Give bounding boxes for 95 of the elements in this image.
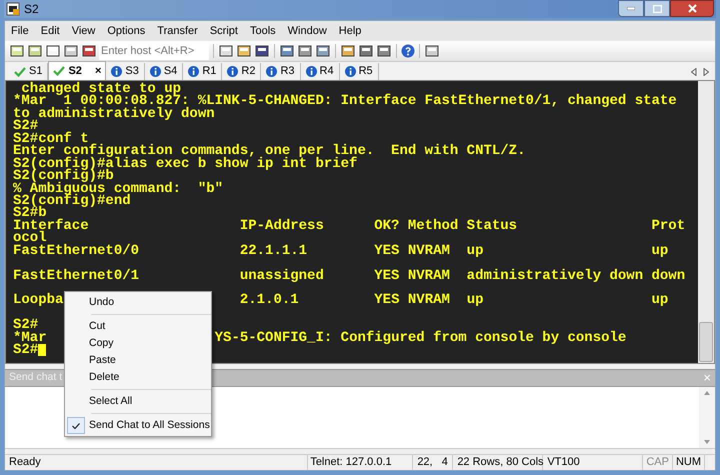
info-icon [344,66,356,77]
maximize-icon [652,4,662,12]
terminal-line: FastEthernet0/1 unassigned YES NVRAM administratively down down [13,270,686,282]
status-field: NUM [672,455,705,470]
toolbar-icon[interactable] [358,43,374,59]
scroll-right-icon[interactable] [703,68,709,76]
scroll-up-icon[interactable] [704,391,710,395]
status-field: Telnet: 127.0.0.1 [308,455,414,470]
tab-close[interactable]: × [94,62,102,80]
menu-item[interactable]: View [72,22,96,40]
tab-label: S3 [125,64,139,80]
tab-label: R3 [280,64,294,80]
terminal-line: YS-5-CONFIG_I: Configured from console by console [214,332,626,344]
toolbar-icon[interactable] [63,43,79,59]
terminal-line: S2#b [13,207,47,220]
menu-entry[interactable]: Copy [65,335,211,352]
maximize-button[interactable] [644,0,670,17]
terminal-line: *Mar 1 00:00:08.827: %LINK-5-CHANGED: Interface FastEthernet0/1, changed state [13,95,677,108]
terminal-line: S2(config)#b [13,170,114,182]
toolbar-icon[interactable] [254,43,270,59]
close-button[interactable] [670,0,714,17]
help-icon[interactable] [401,44,415,58]
info-icon [111,66,122,77]
terminal-line: to administratively down [13,108,215,120]
tab-label: R4 [320,64,334,80]
menu-item[interactable]: Transfer [157,22,198,40]
terminal-line: Loopba [13,294,64,307]
toolbar-icon[interactable] [279,43,295,59]
toolbar-icon[interactable] [27,43,43,59]
tab-label: R5 [358,64,373,80]
check-icon [14,66,26,76]
menu-item[interactable]: Script [210,22,238,40]
terminal-line: changed state to up [21,83,182,96]
status-field: Ready [5,455,308,470]
toolbar-icon[interactable] [424,43,440,59]
menu-entry[interactable]: Select All [65,393,211,410]
window-title: S2 [24,1,39,18]
toolbar-icon[interactable] [45,43,61,59]
terminal-line: Enter configuration commands, one per line. End with CNTL/Z. [13,145,526,158]
tab-label: S1 [29,64,42,80]
terminal-line: S2(config)#end [13,194,131,208]
minimize-button[interactable] [618,0,644,17]
menu-entry[interactable]: Delete [65,369,211,386]
info-icon [266,66,278,77]
session-tab[interactable]: S2 × [48,61,106,80]
menu-item[interactable]: Help [338,22,362,40]
info-icon [150,66,161,77]
tab-label: S4 [164,64,178,80]
terminal-line: *Mar [13,332,47,344]
terminal-line: % Ambiguous command: "b" [13,182,224,195]
menu-item[interactable]: Edit [40,22,60,40]
terminal-line: 2.1.0.1 YES NVRAM up up [240,294,668,307]
scrollbar[interactable] [698,81,714,363]
terminal-line: S2# [13,319,38,332]
terminal-line: S2# [13,120,38,133]
terminal[interactable] [5,80,715,364]
check-icon [53,66,66,76]
status-field: 22 Rows, 80 Cols [453,455,544,470]
tab-label: R1 [202,64,216,80]
menu-item[interactable]: Window [288,22,327,40]
menu-item[interactable]: Tools [250,22,276,40]
terminal-line: S2#conf t [13,132,89,146]
toolbar-icon[interactable] [340,43,356,59]
status-field: 22, 4 [413,455,454,470]
app-icon [6,2,20,16]
toolbar-icon[interactable] [81,43,97,59]
minimize-icon [627,7,635,10]
scroll-down-icon[interactable] [704,440,710,444]
toolbar-icon[interactable] [9,43,25,59]
status-field: VT100 [543,455,644,470]
terminal-line: S2(config)#alias exec b show ip int brief [13,158,358,170]
menu-entry[interactable]: Cut [65,318,211,335]
menu-item[interactable]: Options [107,22,146,40]
info-icon [188,66,200,77]
info-icon [306,66,316,77]
info-icon [227,66,238,77]
menu-item[interactable]: File [11,22,29,40]
toolbar-icon[interactable] [218,43,234,59]
close-icon [688,4,696,13]
tab-label: S2 [68,64,82,79]
menu-entry[interactable]: Paste [65,352,211,369]
terminal-line: S2# [13,344,38,357]
toolbar-icon[interactable] [376,43,392,59]
menu-entry[interactable]: Send Chat to All Sessions [65,417,211,434]
check-icon [72,422,80,428]
scroll-left-icon[interactable] [691,68,697,76]
terminal-line: ocol [13,232,47,245]
terminal-line: FastEthernet0/0 22.1.1.1 YES NVRAM up up [13,244,668,258]
status-field: CAP [643,455,673,470]
menu-entry[interactable]: Undo [65,294,211,311]
tab-label: R2 [241,64,256,80]
toolbar-icon[interactable] [297,43,313,59]
host-field[interactable]: Enter host <Alt+R> [99,42,209,60]
toolbar-icon[interactable] [236,43,252,59]
toolbar-icon[interactable] [315,43,331,59]
